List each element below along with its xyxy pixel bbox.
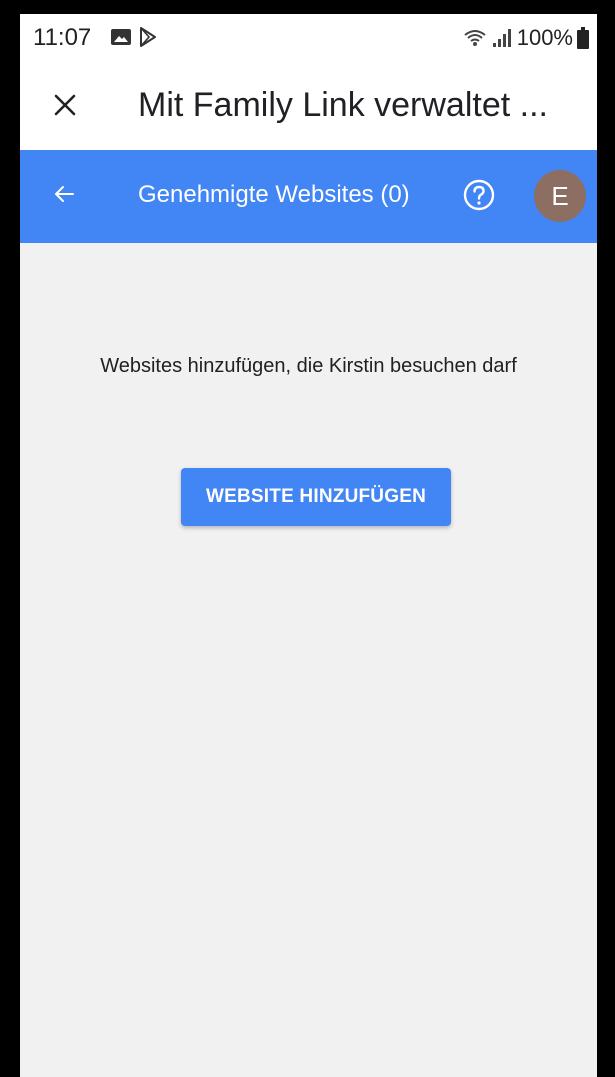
phone-screen: 11:07 100% Mit Family Link verwaltet ...… [20,14,597,1077]
app-bar-title: Genehmigte Websites (0) [138,181,410,208]
play-store-icon [137,26,159,48]
gallery-icon [110,28,132,46]
signal-icon [491,28,513,48]
empty-state-message: Websites hinzufügen, die Kirstin besuche… [100,355,517,377]
arrow-back-icon [52,182,76,211]
wifi-icon [463,28,487,48]
close-icon [53,93,77,122]
page-title: Mit Family Link verwaltet ... [138,86,548,124]
close-button[interactable] [42,84,88,130]
back-button[interactable] [42,174,86,218]
battery-icon [577,27,589,49]
add-website-button[interactable]: WEBSITE HINZUFÜGEN [181,468,451,526]
app-bar: Genehmigte Websites (0) E [20,150,597,243]
battery-percent: 100% [516,25,573,50]
avatar[interactable]: E [534,170,586,222]
title-bar: Mit Family Link verwaltet ... [20,64,597,150]
status-right-group: 100% [463,24,589,52]
help-icon [462,178,496,217]
status-bar: 11:07 100% [20,14,597,64]
help-button[interactable] [460,178,498,216]
main-content: Websites hinzufügen, die Kirstin besuche… [20,243,597,1077]
status-time: 11:07 [33,24,92,51]
